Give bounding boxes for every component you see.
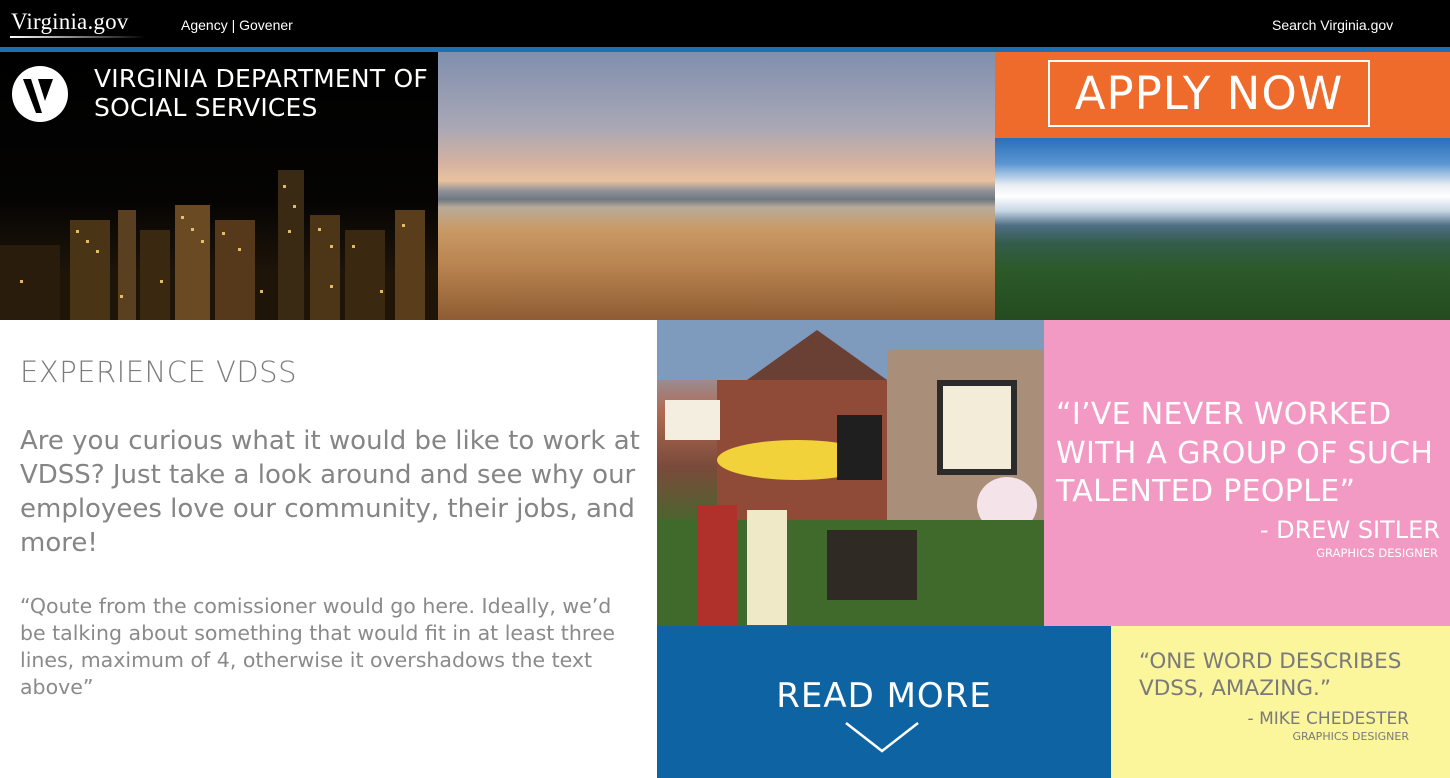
blue-ridge-mountains-image [995,138,1450,320]
town-street-image [657,320,1044,626]
experience-vdss-heading: EXPERIENCE VDSS [20,355,297,389]
testimonial-role: GRAPHICS DESIGNER [1292,730,1409,743]
top-navigation-bar: Virginia.gov Agency | Govener Search Vir… [0,0,1450,47]
apply-now-button[interactable]: APPLY NOW [1048,60,1370,127]
testimonial-quote: “ONE WORD DESCRIBES VDSS, AMAZING.” [1139,649,1402,701]
testimonial-quote: “I’VE NEVER WORKED WITH A GROUP OF SUCH … [1056,397,1434,509]
chevron-down-icon [845,722,919,753]
brand-title-line-2: SOCIAL SERVICES [94,93,318,122]
vdss-v-logo-icon [12,66,68,122]
commissioner-quote: “Qoute from the comissioner would go her… [20,594,616,699]
brand-title-line-1: VIRGINIA DEPARTMENT OF [94,64,428,93]
testimonial-card-pink: “I’VE NEVER WORKED WITH A GROUP OF SUCH … [1044,320,1450,626]
experience-vdss-intro: Are you curious what it would be like to… [20,426,640,558]
city-night-image: VIRGINIA DEPARTMENT OF SOCIAL SERVICES [0,52,438,320]
testimonial-role: GRAPHICS DESIGNER [1316,546,1438,560]
apply-now-banner: APPLY NOW [995,52,1450,138]
testimonial-author: - MIKE CHEDESTER [1247,709,1409,729]
read-more-button[interactable]: READ MORE [657,626,1111,778]
town-scene-graphic [657,320,1044,626]
agency-brand-title: VIRGINIA DEPARTMENT OF SOCIAL SERVICES [94,64,428,122]
beach-sunset-image [438,52,995,320]
search-virginia-gov-link[interactable]: Search Virginia.gov [1272,17,1393,33]
testimonial-author: - DREW SITLER [1259,516,1440,544]
city-skyline-graphic [0,170,438,320]
agency-governor-link[interactable]: Agency | Govener [181,17,293,33]
read-more-label: READ MORE [776,676,992,716]
logo-underline [10,36,146,38]
virginia-gov-logo[interactable]: Virginia.gov [11,9,129,35]
testimonial-card-yellow: “ONE WORD DESCRIBES VDSS, AMAZING.” - MI… [1111,626,1450,778]
